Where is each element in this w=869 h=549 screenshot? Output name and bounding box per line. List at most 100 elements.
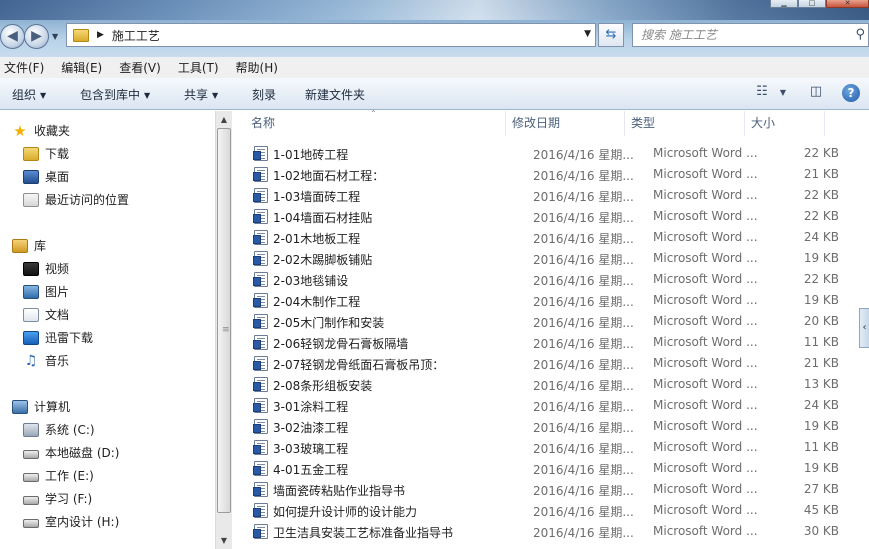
file-row[interactable]: 卫生洁具安装工艺标准备业指导书 2016/4/16 星期... Microsof… [253, 521, 844, 542]
include-in-library-button[interactable]: 包含到库中 ▼ [80, 86, 150, 103]
breadcrumb-separator-icon[interactable]: ▶ [97, 30, 104, 40]
nav-libraries-label: 库 [34, 239, 47, 253]
refresh-icon: ⇆ [605, 27, 617, 42]
file-row[interactable]: 1-04墙面石材挂贴 2016/4/16 星期... Microsoft Wor… [253, 206, 844, 227]
include-in-library-label: 包含到库中 [80, 88, 141, 102]
hard-drive-icon [23, 495, 39, 505]
nav-downloads[interactable]: 下载 [23, 143, 69, 164]
maximize-button[interactable]: □ [798, 0, 826, 8]
nav-drive-f[interactable]: 学习 (F:) [23, 488, 92, 509]
nav-favorites[interactable]: ★ 收藏夹 [12, 120, 70, 141]
scroll-up-icon[interactable]: ▲ [216, 111, 232, 128]
file-row[interactable]: 2-07轻钢龙骨纸面石膏板吊顶： 2016/4/16 星期... Microso… [253, 353, 844, 374]
column-date-label: 修改日期 [512, 116, 561, 130]
view-options-dropdown[interactable]: ▼ [773, 84, 793, 102]
organize-button[interactable]: 组织 ▼ [12, 86, 46, 103]
search-box[interactable]: ⚲ [632, 23, 869, 47]
menu-file[interactable]: 文件(F) [0, 59, 52, 76]
file-type: Microsoft Word ... [653, 209, 758, 223]
file-date: 2016/4/16 星期... [533, 421, 634, 435]
file-name: 4-01五金工程 [273, 463, 349, 477]
file-size: 19 KB [803, 251, 839, 265]
search-input[interactable] [633, 24, 833, 46]
file-row[interactable]: 2-08条形组板安装 2016/4/16 星期... Microsoft Wor… [253, 374, 844, 395]
nav-drive-c[interactable]: 系统 (C:) [23, 419, 95, 440]
file-row[interactable]: 1-02地面石材工程： 2016/4/16 星期... Microsoft Wo… [253, 164, 844, 185]
nav-desktop[interactable]: 桌面 [23, 166, 69, 187]
navigation-scrollbar[interactable]: ▲ ≡ ▼ [215, 111, 232, 549]
close-button[interactable]: ✕ [826, 0, 869, 8]
nav-documents[interactable]: 文档 [23, 304, 69, 325]
nav-pictures-label: 图片 [45, 285, 70, 299]
recent-pages-dropdown[interactable]: ▼ [52, 32, 58, 41]
column-header-type[interactable]: 类型 [625, 111, 745, 136]
file-row[interactable]: 3-01涂料工程 2016/4/16 星期... Microsoft Word … [253, 395, 844, 416]
file-row[interactable]: 3-03玻璃工程 2016/4/16 星期... Microsoft Word … [253, 437, 844, 458]
nav-drive-h[interactable]: 室内设计 (H:) [23, 511, 119, 532]
address-bar[interactable]: ▶ 施工工艺 ▼ [66, 23, 596, 47]
menu-tools[interactable]: 工具(T) [174, 59, 227, 76]
library-icon [12, 238, 28, 253]
share-button[interactable]: 共享 ▼ [184, 86, 218, 103]
file-row[interactable]: 2-06轻钢龙骨石膏板隔墙 2016/4/16 星期... Microsoft … [253, 332, 844, 353]
desktop-icon [23, 169, 39, 184]
nav-videos[interactable]: 视频 [23, 258, 69, 279]
nav-music[interactable]: ♫ 音乐 [23, 350, 69, 371]
thunder-download-icon [23, 330, 39, 345]
word-document-icon [253, 146, 268, 161]
back-button[interactable]: ◀ [0, 24, 25, 49]
file-row[interactable]: 1-03墙面砖工程 2016/4/16 星期... Microsoft Word… [253, 185, 844, 206]
refresh-button[interactable]: ⇆ [598, 23, 624, 47]
nav-pictures[interactable]: 图片 [23, 281, 69, 302]
help-button[interactable]: ? [842, 84, 860, 102]
search-icon[interactable]: ⚲ [855, 27, 865, 42]
column-header-size[interactable]: 大小 [745, 111, 825, 136]
nav-drive-d[interactable]: 本地磁盘 (D:) [23, 442, 119, 463]
column-header-name[interactable]: 名称 [245, 111, 506, 136]
file-row[interactable]: 3-02油漆工程 2016/4/16 星期... Microsoft Word … [253, 416, 844, 437]
pictures-icon [23, 284, 39, 299]
file-date: 2016/4/16 星期... [533, 190, 634, 204]
chevron-down-icon: ▼ [144, 91, 151, 100]
file-row[interactable]: 2-05木门制作和安装 2016/4/16 星期... Microsoft Wo… [253, 311, 844, 332]
file-size: 22 KB [803, 272, 839, 286]
file-row[interactable]: 墙面瓷砖粘贴作业指导书 2016/4/16 星期... Microsoft Wo… [253, 479, 844, 500]
preview-pane-button[interactable]: ◫ [806, 84, 826, 102]
file-date: 2016/4/16 星期... [533, 253, 634, 267]
column-type-label: 类型 [631, 116, 656, 130]
change-view-button[interactable]: ☷ [752, 84, 772, 102]
new-folder-button[interactable]: 新建文件夹 [305, 86, 365, 103]
menu-view[interactable]: 查看(V) [115, 59, 169, 76]
file-row[interactable]: 1-01地砖工程 2016/4/16 星期... Microsoft Word … [253, 143, 844, 164]
nav-computer[interactable]: 计算机 [12, 396, 70, 417]
file-row[interactable]: 2-01木地板工程 2016/4/16 星期... Microsoft Word… [253, 227, 844, 248]
file-row[interactable]: 2-02木踢脚板铺贴 2016/4/16 星期... Microsoft Wor… [253, 248, 844, 269]
file-row[interactable]: 2-03地毯铺设 2016/4/16 星期... Microsoft Word … [253, 269, 844, 290]
collapse-pane-tab[interactable]: ‹ [859, 308, 869, 348]
file-size: 21 KB [803, 167, 839, 181]
forward-button[interactable]: ▶ [24, 24, 49, 49]
nav-downloads-label: 下载 [45, 147, 70, 161]
file-size: 22 KB [803, 188, 839, 202]
minimize-button[interactable]: ▁ [770, 0, 798, 8]
menu-help[interactable]: 帮助(H) [232, 59, 286, 76]
file-row[interactable]: 2-04木制作工程 2016/4/16 星期... Microsoft Word… [253, 290, 844, 311]
burn-button[interactable]: 刻录 [252, 86, 276, 103]
nav-recent-places[interactable]: 最近访问的位置 [23, 189, 129, 210]
menu-edit[interactable]: 编辑(E) [57, 59, 110, 76]
file-size: 19 KB [803, 419, 839, 433]
scrollbar-thumb[interactable]: ≡ [217, 128, 231, 513]
file-row[interactable]: 如何提升设计师的设计能力 2016/4/16 星期... Microsoft W… [253, 500, 844, 521]
column-header-date[interactable]: 修改日期 [506, 111, 625, 136]
address-dropdown-icon[interactable]: ▼ [584, 29, 591, 39]
word-document-icon [253, 272, 268, 287]
nav-libraries[interactable]: 库 [12, 235, 46, 256]
nav-thunder-downloads[interactable]: 迅雷下载 [23, 327, 93, 348]
help-icon: ? [847, 86, 855, 100]
nav-drive-e[interactable]: 工作 (E:) [23, 465, 94, 486]
scroll-down-icon[interactable]: ▼ [216, 532, 232, 549]
file-row[interactable]: 4-01五金工程 2016/4/16 星期... Microsoft Word … [253, 458, 844, 479]
new-folder-label: 新建文件夹 [305, 88, 366, 102]
breadcrumb-current-folder[interactable]: 施工工艺 [112, 27, 160, 44]
file-type: Microsoft Word ... [653, 356, 758, 370]
